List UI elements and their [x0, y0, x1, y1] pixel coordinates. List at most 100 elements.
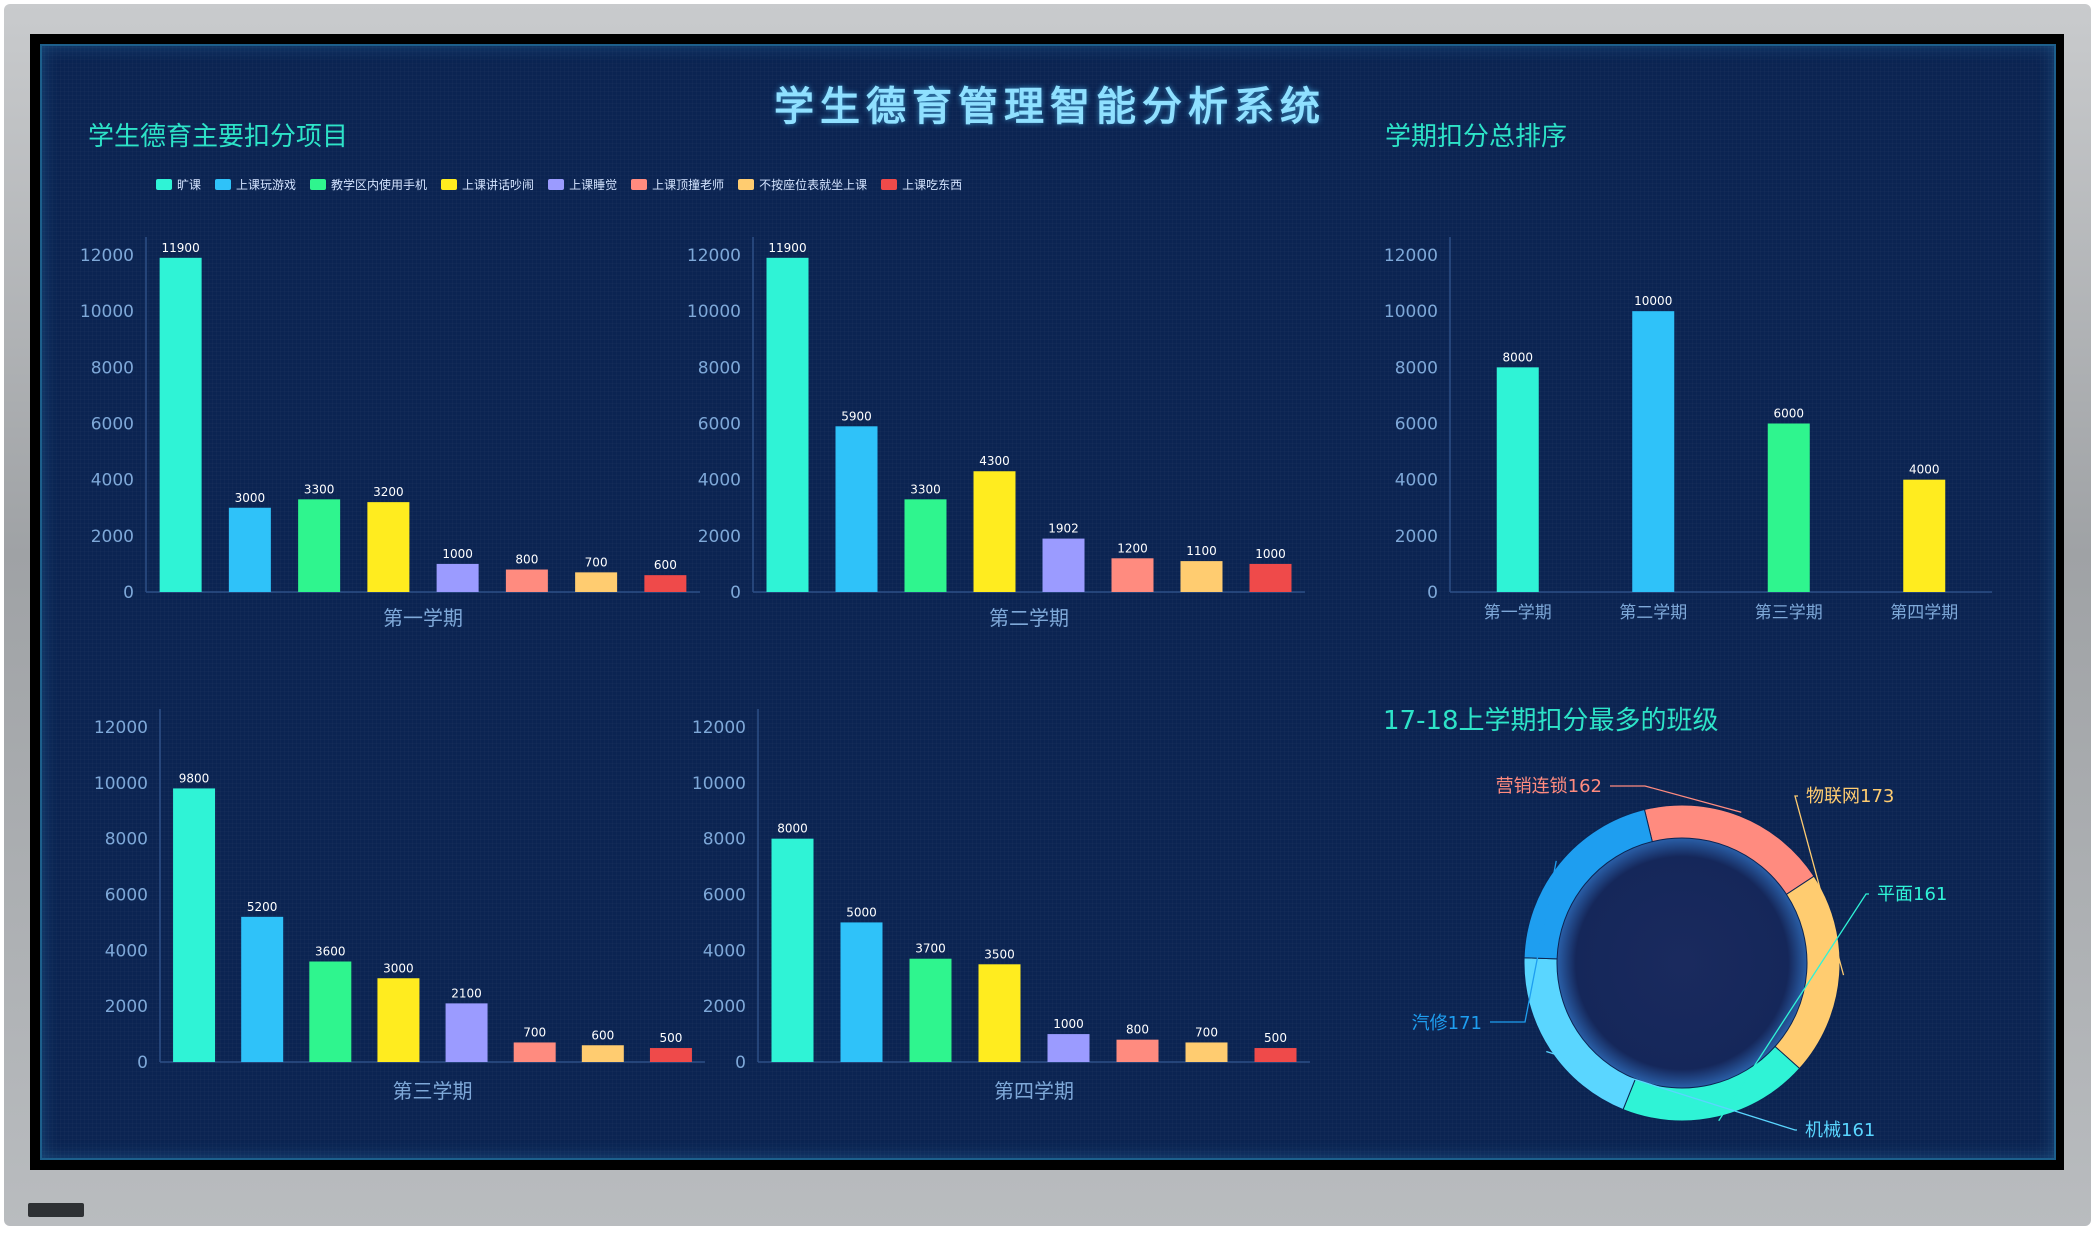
y-tick-label: 4000	[703, 941, 746, 961]
bar	[1185, 1042, 1228, 1062]
donut-center	[1557, 838, 1807, 1088]
bar	[575, 572, 618, 592]
bar	[766, 257, 809, 592]
y-tick-label: 12000	[692, 718, 746, 738]
bar	[1767, 423, 1810, 592]
bar-value-label: 3000	[235, 491, 266, 505]
y-tick-label: 8000	[91, 358, 134, 378]
bar-value-label: 3500	[984, 947, 1015, 961]
bar-chart: 0 2000 4000 6000 8000 10000 12000 11900 3000 3300…	[80, 237, 700, 630]
y-tick-label: 12000	[687, 246, 741, 266]
bar-value-label: 1902	[1048, 522, 1079, 536]
bar-value-label: 3000	[383, 961, 414, 975]
bar-chart: 0 2000 4000 6000 8000 10000 12000 11900 5900 3300…	[687, 237, 1305, 630]
bar-value-label: 700	[585, 555, 608, 569]
bar-value-label: 1000	[1255, 547, 1286, 561]
y-tick-label: 4000	[1395, 471, 1438, 491]
bar	[159, 257, 202, 592]
bar-value-label: 500	[1264, 1031, 1287, 1045]
bar	[649, 1048, 692, 1062]
bar-value-label: 3300	[304, 482, 335, 496]
bar	[840, 922, 883, 1062]
y-tick-label: 6000	[91, 415, 134, 435]
bar-value-label: 10000	[1634, 294, 1672, 308]
bar	[436, 563, 479, 592]
bar-value-label: 700	[1195, 1025, 1218, 1039]
bar	[978, 964, 1021, 1062]
bar-value-label: 5200	[247, 900, 278, 914]
y-tick-label: 4000	[91, 471, 134, 491]
bar	[973, 471, 1016, 592]
y-tick-label: 8000	[105, 830, 148, 850]
y-tick-label: 8000	[1395, 358, 1438, 378]
bar	[505, 569, 548, 592]
charts-canvas: 020004000600080001000012000 1190030003300…	[80, 237, 1992, 1141]
donut-slice-label: 营销连锁162	[1496, 776, 1602, 797]
y-tick-label: 8000	[698, 358, 741, 378]
bar-value-label: 11900	[768, 241, 806, 255]
bar-value-label: 600	[591, 1028, 614, 1042]
bar	[1632, 311, 1675, 592]
bar	[644, 575, 687, 592]
bar	[1180, 561, 1223, 592]
bar	[513, 1042, 556, 1062]
y-tick-label: 12000	[94, 718, 148, 738]
bar-value-label: 5000	[846, 905, 877, 919]
y-tick-label: 0	[123, 583, 134, 603]
chart-subtitle: 第二学期	[989, 606, 1069, 630]
bar-value-label: 9800	[179, 771, 210, 785]
bar-value-label: 700	[523, 1025, 546, 1039]
chart-subtitle: 第一学期	[383, 606, 463, 630]
y-tick-label: 10000	[80, 302, 134, 322]
chart-subtitle: 第四学期	[994, 1079, 1074, 1103]
y-tick-label: 4000	[105, 941, 148, 961]
bar	[241, 916, 284, 1062]
bar	[1249, 563, 1292, 592]
y-tick-label: 6000	[698, 415, 741, 435]
bar-value-label: 6000	[1773, 407, 1804, 421]
y-tick-label: 2000	[105, 997, 148, 1017]
y-tick-label: 0	[137, 1053, 148, 1073]
y-tick-label: 4000	[698, 471, 741, 491]
bar-value-label: 500	[659, 1031, 682, 1045]
bar	[173, 788, 216, 1062]
bar	[1047, 1034, 1090, 1062]
bar-chart: 0 2000 4000 6000 8000 10000 12000 9800 5200 3600 3…	[94, 709, 705, 1103]
bar-value-label: 3300	[910, 482, 941, 496]
x-tick-label: 第一学期	[1484, 603, 1552, 623]
bar	[228, 507, 271, 592]
y-tick-label: 0	[735, 1053, 746, 1073]
bar	[377, 978, 420, 1062]
bar	[904, 499, 947, 592]
bar-value-label: 4000	[1909, 463, 1940, 477]
bar	[367, 502, 410, 592]
y-tick-label: 6000	[105, 886, 148, 906]
y-tick-label: 10000	[1384, 302, 1438, 322]
x-tick-label: 第二学期	[1619, 603, 1687, 623]
bar	[771, 838, 814, 1062]
bar-value-label: 1100	[1186, 544, 1217, 558]
bar	[909, 958, 952, 1062]
bar	[445, 1003, 488, 1062]
donut-slice-label: 汽修171	[1412, 1013, 1482, 1034]
bar	[1111, 558, 1154, 592]
y-tick-label: 12000	[80, 246, 134, 266]
y-tick-label: 10000	[692, 774, 746, 794]
bar	[1903, 479, 1946, 592]
y-tick-label: 8000	[703, 830, 746, 850]
bar-value-label: 1200	[1117, 541, 1148, 555]
y-tick-label: 2000	[698, 527, 741, 547]
y-tick-label: 12000	[1384, 246, 1438, 266]
x-tick-label: 第四学期	[1890, 603, 1958, 623]
bar-chart: 0 2000 4000 6000 8000 10000 12000 8000 5000 3700 3…	[692, 709, 1310, 1103]
bar	[1496, 367, 1539, 592]
bar-value-label: 800	[1126, 1023, 1149, 1037]
bar-value-label: 600	[654, 558, 677, 572]
bar-value-label: 5900	[841, 409, 872, 423]
bar-value-label: 3200	[373, 485, 404, 499]
bar	[1116, 1039, 1159, 1062]
bar-value-label: 1000	[1053, 1017, 1084, 1031]
y-tick-label: 6000	[1395, 415, 1438, 435]
y-tick-label: 10000	[94, 774, 148, 794]
bar	[581, 1045, 624, 1062]
